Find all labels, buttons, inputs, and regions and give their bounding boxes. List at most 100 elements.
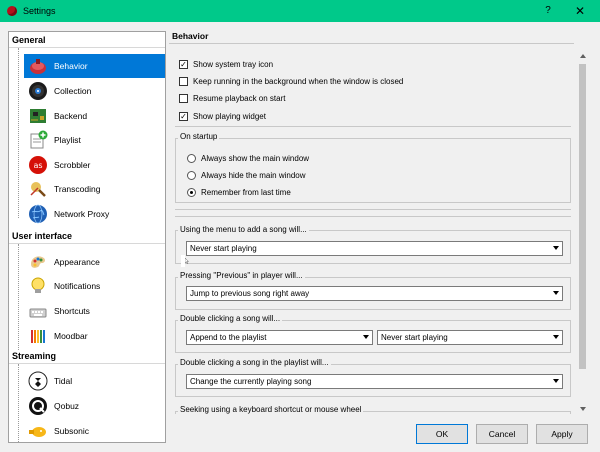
lightbulb-icon: [28, 276, 48, 296]
app-icon: [7, 6, 17, 16]
sidebar-item-label: Shortcuts: [54, 306, 90, 316]
apply-button[interactable]: Apply: [536, 424, 588, 444]
divider: [175, 126, 571, 127]
tidal-icon: [28, 371, 48, 391]
settings-sidebar: General Behavior Collection Backend Play…: [8, 31, 166, 443]
divider: [169, 43, 574, 44]
ok-button[interactable]: OK: [416, 424, 468, 444]
sidebar-item-network-proxy[interactable]: Network Proxy: [24, 202, 165, 226]
radio-remember[interactable]: Remember from last time: [187, 186, 291, 198]
scroll-up-icon[interactable]: [577, 51, 588, 62]
group-streaming[interactable]: Streaming: [9, 348, 165, 364]
sidebar-item-label: Tidal: [54, 376, 73, 386]
group-general[interactable]: General: [9, 32, 165, 48]
sidebar-item-appearance[interactable]: Appearance: [24, 250, 165, 274]
double-click-playlist-select[interactable]: Change the currently playing song: [186, 374, 563, 389]
tree-line: [18, 364, 19, 442]
sidebar-item-qobuz[interactable]: Qobuz: [24, 394, 165, 418]
lastfm-icon: as: [28, 155, 48, 175]
checkbox-label: Show playing widget: [193, 111, 266, 121]
select-value: Never start playing: [381, 333, 448, 342]
resume-playback-checkbox[interactable]: Resume playback on start: [179, 92, 286, 104]
sidebar-item-label: Qobuz: [54, 401, 80, 411]
sidebar-item-label: Collection: [54, 86, 92, 96]
scroll-thumb[interactable]: [579, 64, 586, 369]
vertical-scrollbar[interactable]: [577, 51, 588, 414]
radio-button[interactable]: [187, 170, 196, 180]
sidebar-item-label: Scrobbler: [54, 160, 91, 170]
radio-button[interactable]: [187, 153, 196, 163]
chevron-down-icon: [553, 335, 559, 339]
checkbox-box[interactable]: [179, 93, 188, 103]
sidebar-item-shortcuts[interactable]: Shortcuts: [24, 299, 165, 323]
select-value: Jump to previous song right away: [190, 289, 310, 298]
globe-icon: [28, 204, 48, 224]
sidebar-item-label: Playlist: [54, 135, 81, 145]
tree-line: [18, 244, 19, 350]
behavior-settings-panel: Behavior ✓ Show system tray icon Keep ru…: [169, 28, 589, 414]
double-click-play-select[interactable]: Never start playing: [377, 330, 563, 345]
vinyl-record-icon: [28, 81, 48, 101]
subsonic-icon: [28, 421, 48, 441]
playlist-add-icon: [28, 130, 48, 150]
checkbox-box[interactable]: [179, 76, 188, 86]
sidebar-item-label: Notifications: [54, 281, 101, 291]
previous-label: Pressing "Previous" in player will...: [178, 271, 305, 280]
show-tray-icon-checkbox[interactable]: ✓ Show system tray icon: [179, 58, 273, 70]
radio-label: Always show the main window: [201, 153, 310, 163]
radio-button[interactable]: [187, 187, 196, 197]
double-click-action-select[interactable]: Append to the playlist: [186, 330, 373, 345]
scroll-down-icon[interactable]: [577, 403, 588, 414]
checkbox-box[interactable]: ✓: [179, 111, 188, 121]
double-click-playlist-label: Double clicking a song in the playlist w…: [178, 358, 331, 367]
sidebar-item-label: Moodbar: [54, 331, 88, 341]
checkbox-label: Keep running in the background when the …: [193, 76, 404, 86]
mouse-cursor-icon: [181, 255, 189, 267]
chevron-down-icon: [553, 291, 559, 295]
sidebar-item-label: Backend: [54, 111, 88, 121]
qobuz-icon: [28, 396, 48, 416]
sidebar-item-label: Appearance: [54, 257, 100, 267]
sidebar-item-scrobbler[interactable]: as Scrobbler: [24, 153, 165, 177]
sidebar-item-behavior[interactable]: Behavior: [24, 54, 165, 78]
keyboard-icon: [28, 301, 48, 321]
sidebar-item-backend[interactable]: Backend: [24, 104, 165, 128]
checkbox-box[interactable]: ✓: [179, 59, 188, 69]
menu-add-select[interactable]: Never start playing: [186, 241, 563, 256]
svg-text:as: as: [33, 161, 42, 170]
behavior-icon: [28, 56, 48, 76]
radio-always-show[interactable]: Always show the main window: [187, 152, 309, 164]
select-value: Change the currently playing song: [190, 377, 312, 386]
transcoding-icon: [28, 179, 48, 199]
checkbox-label: Show system tray icon: [193, 59, 274, 69]
divider: [175, 216, 571, 217]
circuit-board-icon: [28, 106, 48, 126]
select-value: Never start playing: [190, 244, 257, 253]
palette-icon: [28, 252, 48, 272]
sidebar-item-label: Network Proxy: [54, 209, 110, 219]
sidebar-item-playlist[interactable]: Playlist: [24, 128, 165, 152]
sidebar-item-tidal[interactable]: Tidal: [24, 369, 165, 393]
radio-label: Remember from last time: [201, 187, 291, 197]
radio-always-hide[interactable]: Always hide the main window: [187, 169, 306, 181]
previous-select[interactable]: Jump to previous song right away: [186, 286, 563, 301]
help-button[interactable]: ?: [540, 3, 556, 19]
menu-add-label: Using the menu to add a song will...: [178, 225, 309, 234]
show-playing-widget-checkbox[interactable]: ✓ Show playing widget: [179, 110, 266, 122]
checkbox-label: Resume playback on start: [193, 93, 286, 103]
pencils-icon: [28, 326, 48, 346]
divider: [175, 209, 571, 210]
keep-running-checkbox[interactable]: Keep running in the background when the …: [179, 75, 403, 87]
chevron-down-icon: [553, 246, 559, 250]
chevron-down-icon: [363, 335, 369, 339]
group-user-interface[interactable]: User interface: [9, 228, 165, 244]
sidebar-item-moodbar[interactable]: Moodbar: [24, 324, 165, 348]
sidebar-item-subsonic[interactable]: Subsonic: [24, 419, 165, 442]
sidebar-item-collection[interactable]: Collection: [24, 79, 165, 103]
seeking-label: Seeking using a keyboard shortcut or mou…: [178, 405, 364, 414]
close-icon[interactable]: ✕: [572, 3, 588, 19]
sidebar-item-notifications[interactable]: Notifications: [24, 274, 165, 298]
sidebar-item-transcoding[interactable]: Transcoding: [24, 177, 165, 201]
cancel-button[interactable]: Cancel: [476, 424, 528, 444]
sidebar-item-label: Subsonic: [54, 426, 89, 436]
